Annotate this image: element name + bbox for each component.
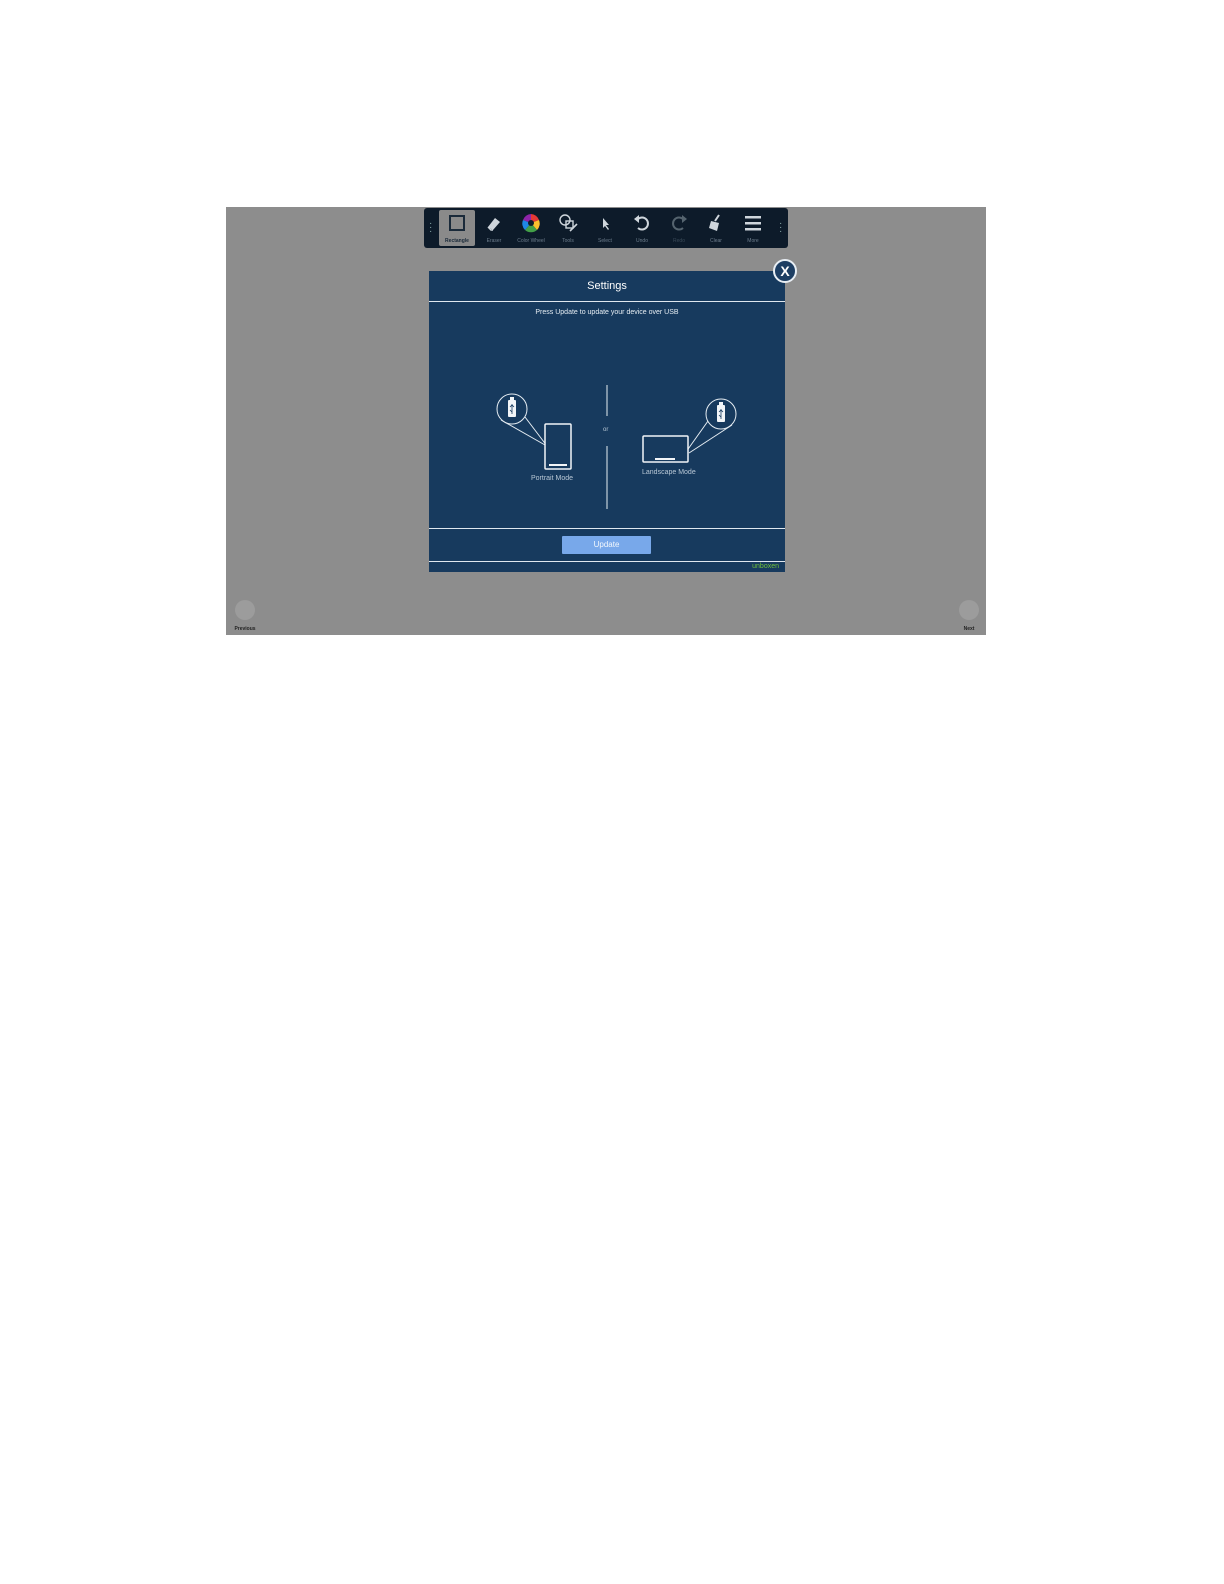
toolbar-rectangle-button[interactable]: Rectangle: [439, 210, 475, 246]
bottom-divider: [429, 561, 785, 562]
toolbar-label: Undo: [636, 238, 648, 244]
previous-label: Previous: [234, 626, 256, 632]
menu-icon: [745, 216, 761, 231]
portrait-callout-line-b: [524, 416, 548, 447]
toolbar-label: Tools: [562, 238, 574, 244]
portrait-callout-line-a: [500, 419, 546, 446]
drawing-toolbar: · · · Rectangle Eraser Color Wheel Tools…: [424, 208, 788, 248]
toolbar-more-button[interactable]: More: [735, 210, 771, 246]
portrait-mode-label: Portrait Mode: [531, 475, 574, 482]
device-diagram: [496, 385, 737, 509]
app-screenshot: · · · Rectangle Eraser Color Wheel Tools…: [226, 207, 986, 635]
toolbar-undo-button[interactable]: Undo: [624, 210, 660, 246]
toolbar-label: Color Wheel: [517, 238, 545, 244]
footer-divider: [429, 528, 785, 529]
eraser-icon: [487, 218, 500, 231]
toolbar-label: Clear: [710, 238, 722, 244]
usb-drive-icon: [717, 402, 725, 422]
toolbar-label: Rectangle: [445, 238, 469, 244]
or-label: or: [603, 427, 609, 433]
arrow-right-icon: [959, 600, 979, 620]
toolbar-redo-button[interactable]: Redo: [661, 210, 697, 246]
toolbar-label: Select: [598, 238, 612, 244]
color-wheel-icon: [522, 214, 540, 233]
toolbar-grip-right[interactable]: · · ·: [779, 219, 782, 237]
toolbar-select-button[interactable]: Select: [587, 210, 623, 246]
tools-icon: [559, 214, 578, 232]
close-icon: X: [780, 263, 790, 279]
dialog-title: Settings: [587, 280, 627, 292]
dialog-header: Settings: [429, 271, 785, 302]
toolbar-label: Redo: [673, 238, 685, 244]
toolbar-label: More: [747, 238, 759, 244]
update-button[interactable]: Update: [562, 536, 651, 554]
arrow-left-icon: [235, 600, 255, 620]
usb-drive-icon: [508, 397, 516, 417]
pointer-icon: [603, 218, 609, 230]
settings-dialog: Settings Press Update to update your dev…: [429, 271, 785, 572]
toolbar-eraser-button[interactable]: Eraser: [476, 210, 512, 246]
previous-button[interactable]: Previous: [232, 600, 258, 632]
rectangle-icon: [449, 215, 465, 231]
toolbar-clear-button[interactable]: Clear: [698, 210, 734, 246]
toolbar-color-wheel-button[interactable]: Color Wheel: [513, 210, 549, 246]
undo-icon: [634, 215, 649, 231]
next-label: Next: [963, 626, 975, 632]
toolbar-grip-left[interactable]: · · ·: [429, 219, 432, 237]
usb-connection-illustration: Portrait Mode or Landscape Mode: [429, 379, 785, 509]
brand-logo: unboxen: [752, 563, 779, 570]
update-instruction: Press Update to update your device over …: [535, 309, 679, 316]
broom-icon: [709, 214, 720, 231]
redo-icon: [672, 215, 687, 231]
toolbar-label: Eraser: [486, 238, 502, 244]
toolbar-tools-button[interactable]: Tools: [550, 210, 586, 246]
landscape-mode-label: Landscape Mode: [642, 469, 696, 476]
close-dialog-button[interactable]: X: [773, 259, 797, 283]
next-button[interactable]: Next: [956, 600, 982, 632]
portrait-device: [544, 423, 572, 470]
